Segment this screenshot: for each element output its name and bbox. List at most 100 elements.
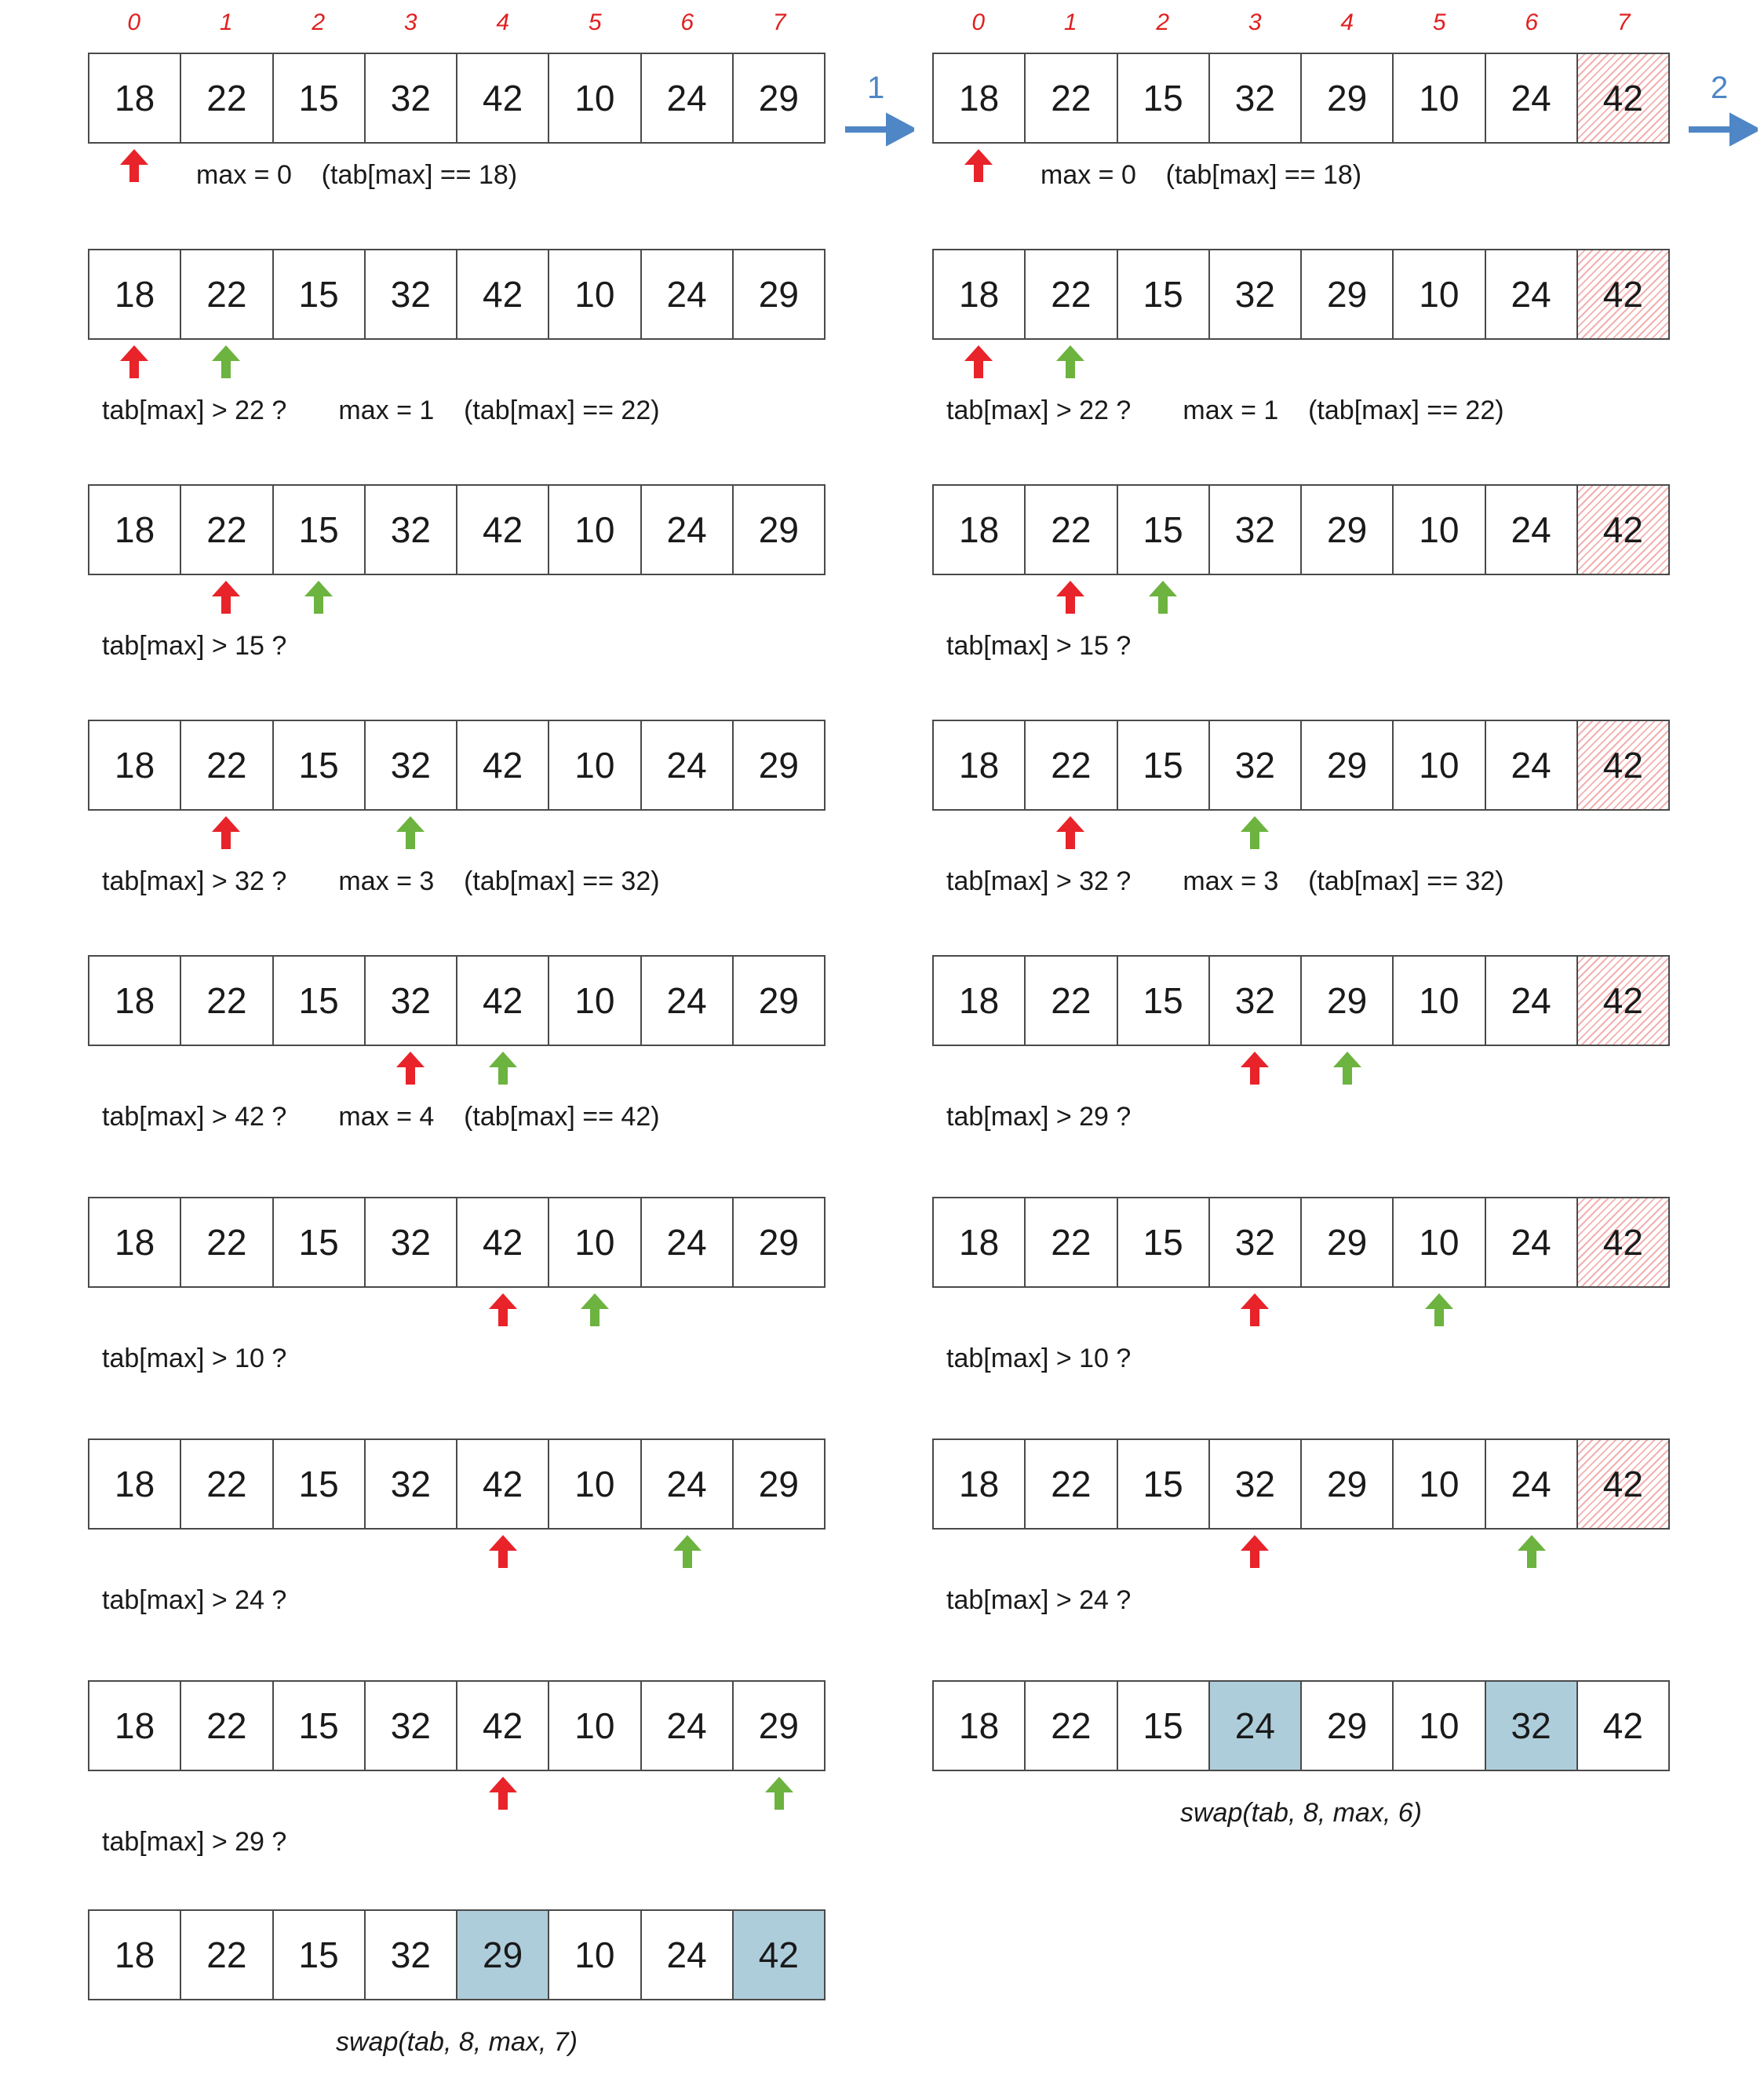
array-cell: 10	[1394, 1682, 1486, 1770]
array-cell: 24	[1486, 250, 1578, 338]
array-cell: 42	[1602, 1705, 1643, 1746]
array-cell: 24	[1486, 1440, 1578, 1528]
array-cell: 15	[274, 1911, 366, 1999]
scan-pointer-arrow-icon	[1056, 345, 1085, 378]
step-description: max = 0 (tab[max] == 18)	[1041, 160, 1362, 190]
array-cell: 15	[1118, 486, 1210, 574]
max-pointer-arrow-icon	[1056, 816, 1085, 849]
array-cell: 15	[274, 54, 366, 142]
array-cell: 15	[1118, 721, 1210, 809]
pass-number-2: 2	[1711, 71, 1729, 105]
array-cell: 18	[89, 1682, 182, 1770]
array-cell: 32	[366, 1682, 457, 1770]
array-cell: 32	[1210, 1440, 1302, 1528]
array-cell: 29	[758, 1464, 799, 1504]
array-cell: 24	[642, 486, 734, 574]
pass2-step-row: 18 22 15 32 29 10 24 42	[932, 720, 1670, 811]
array-cell: 24	[642, 957, 734, 1045]
array-cell: 10	[1394, 486, 1486, 574]
index-label: 3	[1248, 9, 1262, 35]
array-cell: 22	[1026, 1198, 1118, 1286]
array-cell: 18	[934, 1198, 1026, 1286]
index-label: 2	[1156, 9, 1170, 35]
step-description: tab[max] > 15 ?	[102, 631, 287, 661]
array-cell: 42	[1577, 486, 1668, 574]
index-label: 1	[219, 9, 233, 35]
step-description: tab[max] > 10 ?	[102, 1344, 287, 1373]
array-cell: 29	[1302, 1198, 1394, 1286]
array-cell: 29	[758, 509, 799, 550]
array-cell: 42	[1577, 957, 1668, 1045]
array-cell: 18	[934, 721, 1026, 809]
array-cell: 10	[549, 1911, 642, 1999]
array-cell: 10	[549, 1198, 642, 1286]
array-cell: 42	[457, 250, 550, 338]
array-cell: 32	[1210, 54, 1302, 142]
pass1-step-row: 18 22 15 32 42 10 24 29	[88, 484, 826, 575]
right-arrow-icon	[845, 112, 914, 147]
array-cell: 32	[1210, 250, 1302, 338]
swap-caption: swap(tab, 8, max, 7)	[335, 2027, 578, 2057]
array-cell: 10	[1394, 250, 1486, 338]
array-cell: 18	[89, 54, 182, 142]
max-pointer-arrow-icon	[488, 1535, 517, 1568]
array-cell: 32	[1210, 1198, 1302, 1286]
step-description: tab[max] > 22 ? max = 1 (tab[max] == 22)	[946, 396, 1504, 425]
step-description: tab[max] > 29 ?	[102, 1827, 287, 1857]
array-cell: 15	[1118, 957, 1210, 1045]
array-cell: 24	[1486, 957, 1578, 1045]
array-cell: 24	[642, 721, 734, 809]
array-cell: 29	[1302, 54, 1394, 142]
array-cell: 24	[642, 54, 734, 142]
array-cell: 29	[758, 980, 799, 1021]
step-description: tab[max] > 15 ?	[946, 631, 1132, 661]
scan-pointer-arrow-icon	[672, 1535, 702, 1568]
array-cell: 10	[1394, 54, 1486, 142]
array-cell: 10	[549, 721, 642, 809]
index-label: 0	[127, 9, 141, 35]
scan-pointer-arrow-icon	[1332, 1052, 1361, 1085]
array-cell: 22	[1026, 1682, 1118, 1770]
index-label: 6	[680, 9, 694, 35]
step-description: tab[max] > 29 ?	[946, 1102, 1132, 1132]
max-pointer-arrow-icon	[488, 1777, 517, 1810]
array-cell: 15	[274, 1682, 366, 1770]
index-label: 5	[588, 9, 602, 35]
array-cell: 29	[758, 745, 799, 786]
array-cell: 32	[366, 1440, 457, 1528]
index-label: 7	[772, 9, 786, 35]
array-cell: 24	[642, 250, 734, 338]
array-cell: 42	[457, 721, 550, 809]
pass2-step-row: 18 22 15 32 29 10 24 42	[932, 1438, 1670, 1530]
max-pointer-arrow-icon	[964, 345, 993, 378]
array-cell: 18	[934, 54, 1026, 142]
pass2-step-row: 18 22 15 32 29 10 24 42	[932, 1197, 1670, 1288]
array-cell: 29	[1302, 486, 1394, 574]
max-pointer-arrow-icon	[488, 1293, 517, 1326]
array-cell: 32	[366, 486, 457, 574]
index-label: 0	[971, 9, 986, 35]
pass1-step-row: 18 22 15 32 42 10 24 29	[88, 720, 826, 811]
array-cell: 42	[457, 1682, 550, 1770]
array-cell: 15	[1118, 250, 1210, 338]
max-pointer-arrow-icon	[1241, 1052, 1270, 1085]
pass1-step-row: 18 22 15 32 42 10 24 29	[88, 249, 826, 340]
array-cell: 29	[758, 78, 799, 119]
array-cell: 18	[89, 1440, 182, 1528]
array-cell: 22	[181, 1911, 274, 1999]
max-pointer-arrow-icon	[964, 149, 993, 182]
pass1-step-row: 18 22 15 32 42 10 24 29	[88, 1438, 826, 1530]
array-cell: 32	[366, 54, 457, 142]
array-cell: 15	[274, 1440, 366, 1528]
array-cell: 10	[549, 1440, 642, 1528]
max-pointer-arrow-icon	[1241, 1293, 1270, 1326]
array-cell: 22	[1026, 721, 1118, 809]
array-cell: 32	[1485, 1682, 1578, 1770]
array-cell: 32	[366, 957, 457, 1045]
step-description: tab[max] > 32 ? max = 3 (tab[max] == 32)	[946, 866, 1504, 896]
scan-pointer-arrow-icon	[1241, 816, 1270, 849]
array-cell: 42	[457, 1440, 550, 1528]
pass2-step-row: 18 22 15 32 29 10 24 42	[932, 53, 1670, 144]
array-cell: 24	[1486, 54, 1578, 142]
array-cell: 42	[457, 54, 550, 142]
